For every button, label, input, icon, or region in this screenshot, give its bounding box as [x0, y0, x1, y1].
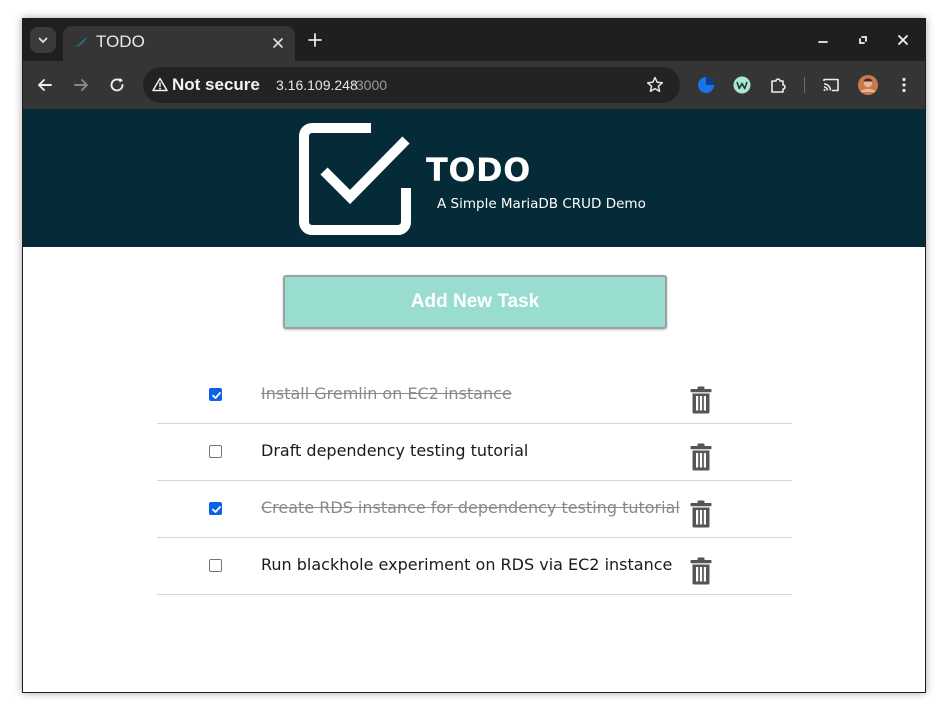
task-list: Install Gremlin on EC2 instance Draft dep…: [157, 367, 792, 595]
task-row: Run blackhole experiment on RDS via EC2 …: [157, 538, 792, 595]
url-port: :3000: [352, 77, 388, 93]
avatar[interactable]: [857, 74, 879, 96]
trash-icon[interactable]: [690, 443, 712, 471]
page-content: TODO A Simple MariaDB CRUD Demo Add New …: [23, 109, 925, 692]
app-subtitle: A Simple MariaDB CRUD Demo: [437, 196, 646, 212]
address-bar[interactable]: Not secure 3.16.109.248 :3000: [143, 67, 680, 103]
tab-title: TODO: [96, 32, 145, 51]
add-new-task-button[interactable]: Add New Task: [283, 275, 667, 329]
app-title: TODO: [426, 151, 531, 189]
checkbox-logo-icon: [299, 123, 411, 235]
w-extension-icon[interactable]: [732, 75, 752, 95]
pie-extension-icon[interactable]: [696, 75, 716, 95]
close-icon[interactable]: [270, 35, 286, 51]
task-row: Draft dependency testing tutorial: [157, 424, 792, 481]
mariadb-seal-icon: [74, 37, 88, 47]
checkmark-icon: [212, 506, 221, 513]
tab-strip: TODO: [23, 19, 925, 61]
checkmark-icon: [212, 392, 221, 399]
arrow-right-icon[interactable]: [71, 75, 91, 95]
kebab-menu-icon[interactable]: [894, 75, 914, 95]
warning-triangle-icon: [152, 77, 168, 92]
task-row: Install Gremlin on EC2 instance: [157, 367, 792, 424]
trash-icon[interactable]: [690, 500, 712, 528]
star-icon[interactable]: [645, 75, 665, 95]
tab-search-button[interactable]: [30, 27, 56, 53]
trash-icon[interactable]: [690, 557, 712, 585]
url-host: 3.16.109.248: [276, 77, 358, 93]
task-checkbox[interactable]: [209, 388, 222, 401]
reload-icon[interactable]: [107, 75, 127, 95]
close-window-icon[interactable]: [895, 32, 911, 48]
toolbar-separator: [804, 77, 805, 93]
security-indicator[interactable]: Not secure: [172, 75, 260, 95]
task-checkbox[interactable]: [209, 559, 222, 572]
cast-icon[interactable]: [821, 75, 841, 95]
restore-icon[interactable]: [855, 32, 871, 48]
task-checkbox[interactable]: [209, 445, 222, 458]
minimize-icon[interactable]: [815, 32, 831, 48]
task-row: Create RDS instance for dependency testi…: [157, 481, 792, 538]
tab-todo[interactable]: TODO: [63, 26, 295, 61]
task-text: Draft dependency testing tutorial: [261, 441, 529, 460]
arrow-left-icon[interactable]: [35, 75, 55, 95]
browser-toolbar: Not secure 3.16.109.248 :3000: [23, 61, 925, 109]
task-text: Install Gremlin on EC2 instance: [261, 384, 512, 403]
app-header: TODO A Simple MariaDB CRUD Demo: [23, 109, 925, 247]
browser-window: TODO Not secure 3.16.109.248:3000 TODO …: [22, 18, 926, 693]
task-text: Create RDS instance for dependency testi…: [261, 498, 680, 517]
task-checkbox[interactable]: [209, 502, 222, 515]
trash-icon[interactable]: [690, 386, 712, 414]
chevron-down-icon: [38, 37, 48, 44]
task-text: Run blackhole experiment on RDS via EC2 …: [261, 555, 673, 574]
puzzle-icon[interactable]: [768, 75, 788, 95]
plus-icon[interactable]: [306, 31, 324, 49]
